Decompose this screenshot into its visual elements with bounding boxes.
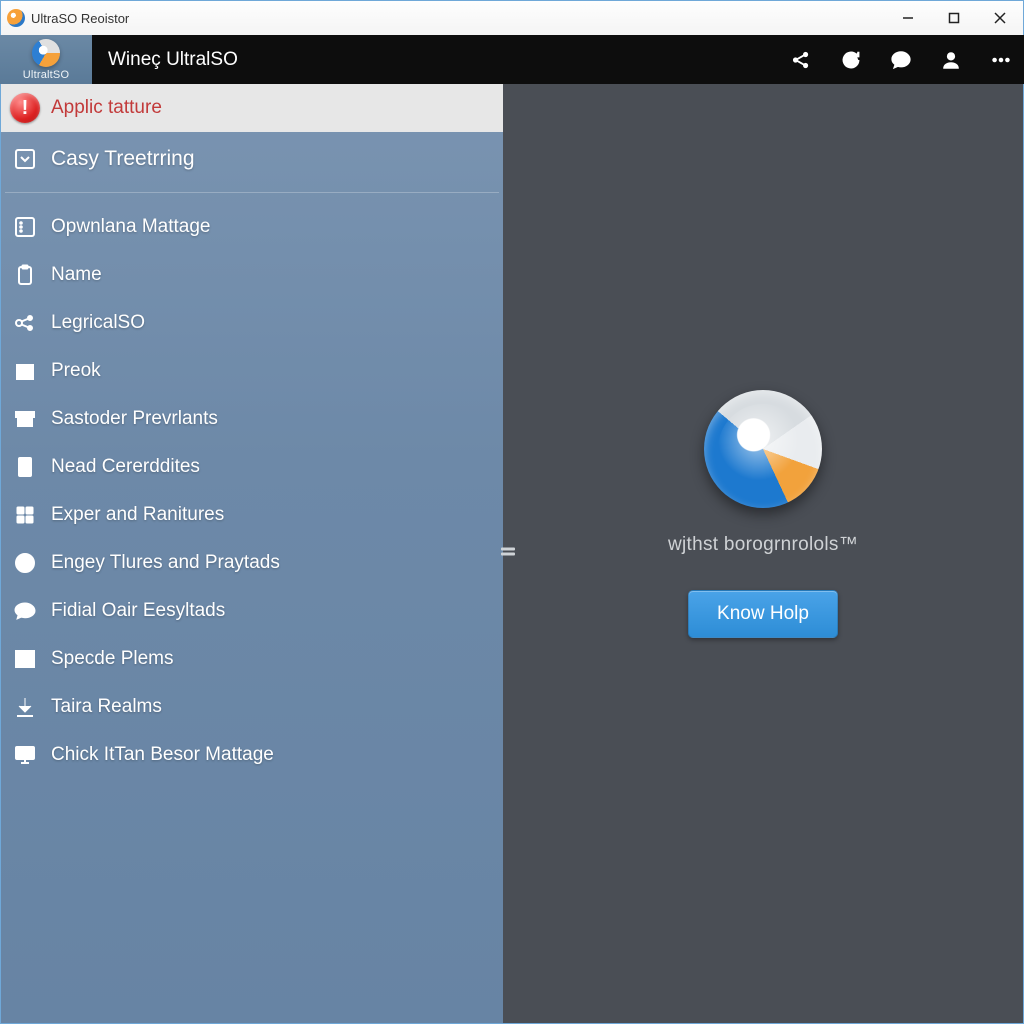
sidebar-item-chick-ittan[interactable]: Chick ItTan Besor Mattage	[1, 731, 503, 779]
know-help-button[interactable]: Know Holp	[688, 590, 838, 638]
sidebar-item-sastoder-prevrlants[interactable]: Sastoder Prevrlants	[1, 395, 503, 443]
tagline: wjthst borogrnrolols™	[668, 534, 858, 556]
sidebar-item-label: Engey Tlures and Praytads	[51, 552, 280, 574]
sidebar-item-label: Nead Cererddites	[51, 456, 200, 478]
sidebar-item-label: Preok	[51, 360, 101, 382]
sidebar-item-fidial-oair[interactable]: Fidial Oair Eesyltads	[1, 587, 503, 635]
download-icon	[9, 695, 41, 719]
product-logo-icon	[704, 390, 822, 508]
pane-divider-handle[interactable]	[501, 552, 515, 555]
window-title: UltraSO Reoistor	[31, 11, 129, 26]
share-icon[interactable]	[790, 49, 812, 71]
content-pane: wjthst borogrnrolols™ Know Holp	[503, 84, 1023, 1023]
window-controls	[885, 1, 1023, 35]
sidebar-item-label: Opwnlana Mattage	[51, 216, 211, 238]
sidebar-item-label: Specde Plems	[51, 648, 174, 670]
sidebar-item-label: Taira Realms	[51, 696, 162, 718]
monitor-icon	[9, 743, 41, 767]
sidebar-item-engey-tlures[interactable]: Engey Tlures and Praytads	[1, 539, 503, 587]
user-icon[interactable]	[940, 49, 962, 71]
clipboard-icon	[9, 263, 41, 287]
sidebar-separator	[5, 192, 499, 193]
sidebar-item-label: Exper and Ranitures	[51, 504, 224, 526]
sidebar-item-label: Fidial Oair Eesyltads	[51, 600, 225, 622]
header-title: Wineç UltralSO	[108, 49, 238, 71]
sidebar-item-label: LegricalSO	[51, 312, 145, 334]
refresh-icon[interactable]	[840, 49, 862, 71]
sidebar-item-legricalso[interactable]: LegricalSO	[1, 299, 503, 347]
sidebar-item-preok[interactable]: Preok	[1, 347, 503, 395]
titlebar: UltraSO Reoistor	[0, 0, 1024, 35]
sidebar-item-casy-treetrring[interactable]: Casy Treetrring	[1, 132, 503, 186]
grid-icon	[9, 647, 41, 671]
sidebar-item-nead-cererddites[interactable]: Nead Cererddites	[1, 443, 503, 491]
doc-icon	[9, 455, 41, 479]
sidebar-item-specde-plems[interactable]: Specde Plems	[1, 635, 503, 683]
header-actions	[790, 35, 1012, 84]
app-header: UltraltSO Wineç UltralSO	[0, 35, 1024, 84]
puzzle-icon	[9, 503, 41, 527]
sidebar-item-label: Casy Treetrring	[51, 147, 195, 171]
sidebar-item-label: Applic tatture	[51, 97, 162, 119]
sidebar-item-label: Name	[51, 264, 102, 286]
sidebar-item-name[interactable]: Name	[1, 251, 503, 299]
sidebar-item-label: Chick ItTan Besor Mattage	[51, 744, 274, 766]
panel-icon	[9, 215, 41, 239]
chat-bubble-icon	[9, 599, 41, 623]
tree-icon	[9, 147, 41, 171]
alert-icon: !	[10, 93, 40, 123]
sidebar-item-taira-realms[interactable]: Taira Realms	[1, 683, 503, 731]
sidebar-item-label: Sastoder Prevrlants	[51, 408, 218, 430]
brand-block[interactable]: UltraltSO	[0, 35, 92, 84]
brand-swirl-icon	[32, 39, 60, 67]
main-area: ! Applic tatture Casy Treetrring Opwnlan…	[0, 84, 1024, 1024]
minimize-button[interactable]	[885, 1, 931, 35]
brand-label: UltraltSO	[23, 69, 69, 81]
sidebar-item-opwnlana-mattage[interactable]: Opwnlana Mattage	[1, 203, 503, 251]
sidebar-item-applic-tatture[interactable]: ! Applic tatture	[1, 84, 503, 132]
clock-icon	[9, 551, 41, 575]
archive-icon	[9, 407, 41, 431]
close-button[interactable]	[977, 1, 1023, 35]
maximize-button[interactable]	[931, 1, 977, 35]
chat-icon[interactable]	[890, 49, 912, 71]
nodes-icon	[9, 311, 41, 335]
app-icon	[7, 9, 25, 27]
more-icon[interactable]	[990, 49, 1012, 71]
sidebar-item-exper-and-ranitures[interactable]: Exper and Ranitures	[1, 491, 503, 539]
stack-icon	[9, 359, 41, 383]
sidebar: ! Applic tatture Casy Treetrring Opwnlan…	[1, 84, 503, 1023]
